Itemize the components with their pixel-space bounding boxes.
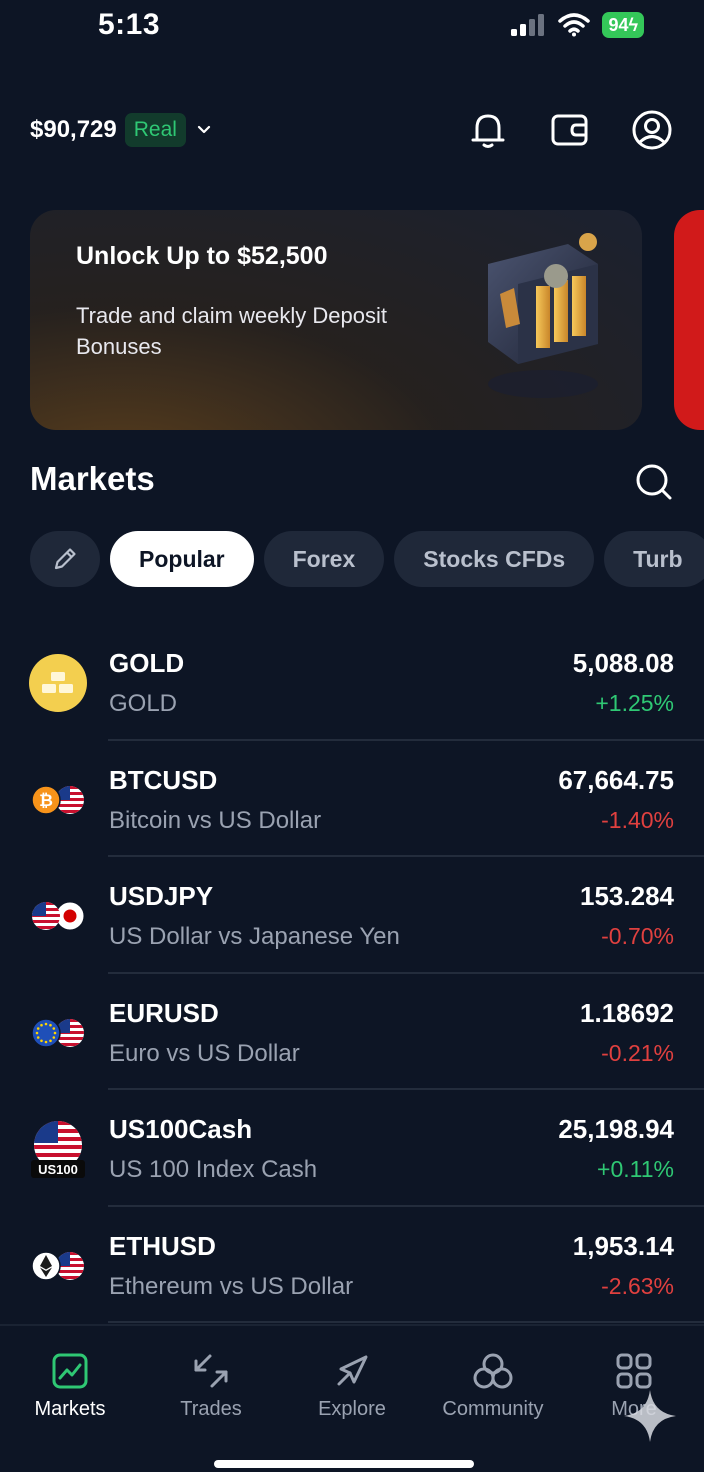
market-change: -1.40% [601,806,674,833]
header-actions [466,108,674,152]
search-icon[interactable] [632,460,676,504]
market-symbol: ETHUSD [109,1230,216,1261]
home-indicator[interactable] [214,1460,474,1468]
battery-level: 94 [608,15,629,35]
app-screen: 5:13 94ϟ $90,729 Real Unlock Up to $52,5… [0,0,704,1472]
status-bar: 5:13 94ϟ [0,0,704,60]
market-change: +0.11% [597,1156,674,1182]
sparkle-icon [624,1390,676,1442]
market-row-eurusd[interactable]: EURUSD Euro vs US Dollar 1.18692 -0.21% [0,974,704,1090]
market-change: -2.63% [601,1272,674,1299]
status-time: 5:13 [98,8,161,41]
bottom-navigation: Markets Trades Explore Community More [0,1324,704,1472]
chip-stocks-cfds[interactable]: Stocks CFDs [394,531,595,587]
market-price: 67,664.75 [558,764,674,795]
market-change: -0.21% [601,1039,674,1066]
market-row-gold[interactable]: GOLD GOLD 5,088.08 +1.25% [0,624,704,741]
bell-icon[interactable] [466,108,510,152]
wifi-icon [558,13,591,37]
next-promo-card[interactable] [674,210,704,430]
vault-coins-illustration [488,233,598,398]
market-price: 1,953.14 [572,1230,674,1261]
markets-title: Markets [30,460,155,497]
usd-jpy-flag-icon [32,901,85,931]
market-name: Ethereum vs US Dollar [109,1272,354,1300]
market-symbol: EURUSD [109,997,219,1028]
account-header: $90,729 Real [30,104,674,156]
profile-icon[interactable] [630,108,674,152]
edit-categories-button[interactable] [30,531,100,587]
ethereum-usd-flag-icon [31,1250,84,1281]
market-symbol: GOLD [109,648,185,678]
promo-title: Unlock Up to $52,500 [76,242,328,270]
gold-bars-icon [29,654,87,712]
market-row-usdjpy[interactable]: USDJPY US Dollar vs Japanese Yen 153.284… [0,857,704,974]
chevron-down-icon[interactable] [196,124,212,136]
chart-icon [52,1353,88,1389]
market-symbol: USDJPY [109,881,214,911]
market-symbol: BTCUSD [109,764,218,795]
trades-arrows-icon [194,1354,228,1388]
svg-text:₿: ₿ [39,791,53,811]
nav-label: Markets [34,1398,106,1420]
market-name: US Dollar vs Japanese Yen [109,923,400,950]
market-list: GOLD GOLD 5,088.08 +1.25% ₿ BTCUSD Bitco… [0,624,704,1323]
bitcoin-usd-flag-icon: ₿ [31,784,84,815]
market-change: -0.70% [601,923,674,949]
nav-trades[interactable]: Trades [141,1352,281,1421]
market-category-chips: Popular Forex Stocks CFDs Turb [30,531,704,589]
us100-badge: US100 [38,1162,78,1177]
chip-popular[interactable]: Popular [110,531,254,587]
market-price: 5,088.08 [572,648,674,678]
market-symbol: US100Cash [109,1114,253,1144]
nav-markets[interactable]: Markets [0,1352,140,1421]
promo-subtitle: Trade and claim weekly Deposit Bonuses [76,303,387,359]
nav-label: Trades [180,1398,242,1420]
nav-explore[interactable]: Explore [282,1352,422,1421]
grid-icon [616,1353,652,1389]
promo-banner[interactable]: Unlock Up to $52,500 Trade and claim wee… [30,210,642,430]
nav-label: Explore [318,1398,386,1420]
account-balance[interactable]: $90,729 [30,116,117,144]
market-name: Bitcoin vs US Dollar [109,806,322,834]
market-row-us100cash[interactable]: US100 US100Cash US 100 Index Cash 25,198… [0,1090,704,1207]
eur-usd-flag-icon [31,1017,84,1048]
market-price: 1.18692 [580,997,674,1028]
market-name: GOLD [109,690,178,717]
community-icon [473,1353,513,1389]
chip-turbo[interactable]: Turb [604,531,704,587]
compass-icon [337,1355,368,1386]
status-icons: 94ϟ [510,12,644,38]
wallet-icon[interactable] [548,108,592,152]
market-row-btcusd[interactable]: ₿ BTCUSD Bitcoin vs US Dollar 67,664.75 … [0,741,704,857]
account-type-badge[interactable]: Real [124,113,186,147]
nav-community[interactable]: Community [423,1352,563,1421]
signal-icon [511,14,545,36]
market-change: +1.25% [595,690,674,716]
charging-bolt-icon: ϟ [628,15,638,35]
nav-label: Community [442,1398,544,1420]
market-name: Euro vs US Dollar [109,1039,300,1067]
market-price: 25,198.94 [558,1114,674,1144]
market-name: US 100 Index Cash [109,1156,318,1183]
row-divider [108,1321,704,1323]
market-row-ethusd[interactable]: ETHUSD Ethereum vs US Dollar 1,953.14 -2… [0,1207,704,1323]
battery-indicator: 94ϟ [602,12,644,38]
us100-flag-icon: US100 [31,1121,85,1178]
chip-forex[interactable]: Forex [263,531,385,587]
market-price: 153.284 [580,881,674,911]
pencil-icon [54,548,76,570]
